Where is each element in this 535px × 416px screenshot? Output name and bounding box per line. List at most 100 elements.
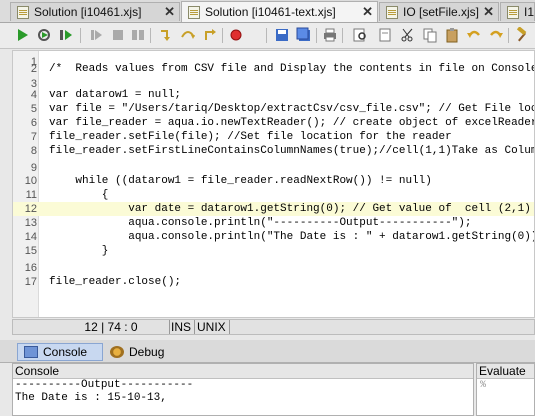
tab-solution-i10461[interactable]: Solution [i10461.xjs] ✕ bbox=[10, 2, 180, 21]
code-text: file_reader.close(); bbox=[49, 276, 182, 288]
save-icon[interactable] bbox=[274, 27, 290, 43]
line-number: 8 bbox=[30, 145, 37, 157]
code-text: while ((datarow1 = file_reader.readNextR… bbox=[49, 175, 432, 187]
stop-all-icon[interactable] bbox=[130, 27, 146, 43]
code-text: { bbox=[49, 189, 109, 201]
debug-gear-icon bbox=[110, 346, 124, 358]
copy-icon[interactable] bbox=[422, 27, 438, 43]
hammer-icon[interactable] bbox=[514, 27, 530, 43]
code-text: /* Reads values from CSV file and Displa… bbox=[49, 63, 535, 75]
tab-label: Console bbox=[43, 345, 88, 359]
script-file-icon bbox=[507, 5, 519, 19]
resume-icon[interactable] bbox=[88, 27, 104, 43]
toolbar bbox=[0, 23, 535, 49]
redo-icon[interactable] bbox=[488, 27, 504, 43]
line-number: 15 bbox=[24, 245, 37, 257]
editor-tab-bar: Solution [i10461.xjs] ✕ Solution [i10461… bbox=[0, 0, 535, 23]
evaluate-prompt[interactable]: % bbox=[477, 379, 534, 392]
code-text: file_reader.setFirstLineContainsColumnNa… bbox=[49, 145, 535, 157]
tab-label: I1 bbox=[524, 5, 535, 19]
toolbar-separator bbox=[266, 28, 267, 43]
cut-icon[interactable] bbox=[400, 27, 416, 43]
line-number: 9 bbox=[30, 162, 37, 174]
code-line: 9 bbox=[13, 161, 534, 175]
tab-debug[interactable]: Debug bbox=[104, 343, 174, 361]
line-number: 4 bbox=[30, 89, 37, 101]
close-icon[interactable]: ✕ bbox=[164, 4, 175, 20]
code-editor[interactable]: 1 2/* Reads values from CSV file and Dis… bbox=[12, 50, 535, 318]
code-line: 11 { bbox=[13, 188, 534, 202]
code-line: 2 /* Reads values from CSV file and Displ… bbox=[13, 62, 535, 76]
insert-mode: INS bbox=[168, 320, 196, 334]
search-icon[interactable] bbox=[352, 27, 368, 43]
code-text: var datarow1 = null; bbox=[49, 89, 182, 101]
console-panel[interactable]: Console ----------Output----------- The … bbox=[12, 363, 474, 416]
line-number: 11 bbox=[25, 189, 37, 201]
code-text: aqua.console.println("The Date is : " + … bbox=[49, 231, 535, 243]
script-file-icon bbox=[386, 5, 398, 19]
code-line: 17 file_reader.close(); bbox=[13, 275, 534, 289]
code-line: 13 aqua.console.println("----------Outpu… bbox=[13, 216, 534, 230]
find-icon[interactable] bbox=[378, 27, 394, 43]
code-line-current: 12 var date = datarow1.getString(0); // … bbox=[13, 202, 534, 216]
breakpoint-icon[interactable] bbox=[228, 27, 244, 43]
code-line: 16 bbox=[13, 261, 534, 275]
save-all-icon[interactable] bbox=[296, 27, 312, 43]
line-number: 14 bbox=[24, 231, 37, 243]
line-number: 7 bbox=[30, 131, 37, 143]
step-out-icon[interactable] bbox=[202, 27, 218, 43]
line-number: 6 bbox=[30, 117, 37, 129]
console-icon bbox=[24, 346, 38, 358]
line-number: 12 bbox=[24, 203, 37, 215]
step-into-icon[interactable] bbox=[158, 27, 174, 43]
code-line: 4 var datarow1 = null; bbox=[13, 88, 534, 102]
toolbar-separator bbox=[150, 28, 151, 43]
run-config-icon[interactable] bbox=[36, 27, 52, 43]
tab-overflow[interactable]: I1 bbox=[500, 2, 535, 21]
editor-status-bar: 12 | 74 : 0 INS UNIX bbox=[12, 319, 535, 335]
code-text: file_reader.setFile(file); //Set file lo… bbox=[49, 131, 452, 143]
line-number: 13 bbox=[24, 217, 37, 229]
code-text: var file = "/Users/tariq/Desktop/extract… bbox=[49, 103, 535, 115]
undo-icon[interactable] bbox=[466, 27, 482, 43]
code-line: 10 while ((datarow1 = file_reader.readNe… bbox=[13, 174, 534, 188]
code-text: aqua.console.println("----------Output--… bbox=[49, 217, 472, 229]
tab-label: IO [setFile.xjs] bbox=[403, 5, 480, 19]
code-line: 15 } bbox=[13, 244, 534, 258]
code-line: 6 var file_reader = aqua.io.newTextReader… bbox=[13, 116, 535, 130]
evaluate-panel[interactable]: Evaluate % bbox=[476, 363, 535, 416]
toolbar-separator bbox=[222, 28, 223, 43]
code-text: var file_reader = aqua.io.newTextReader(… bbox=[49, 117, 535, 129]
console-header: Console bbox=[13, 364, 473, 379]
line-ending: UNIX bbox=[194, 320, 230, 334]
run-icon[interactable] bbox=[14, 27, 30, 43]
toolbar-separator bbox=[80, 28, 81, 43]
line-number: 17 bbox=[24, 276, 37, 288]
tab-io-setfile[interactable]: IO [setFile.xjs] ✕ bbox=[379, 2, 499, 21]
toolbar-separator bbox=[342, 28, 343, 43]
line-number: 10 bbox=[24, 175, 37, 187]
tab-label: Debug bbox=[129, 345, 165, 359]
tab-label: Solution [i10461-text.xjs] bbox=[205, 5, 336, 19]
code-line: 5 var file = "/Users/tariq/Desktop/extrac… bbox=[13, 102, 535, 116]
console-output-line: The Date is : 15-10-13, bbox=[15, 392, 167, 404]
tab-label: Solution [i10461.xjs] bbox=[34, 5, 142, 19]
tab-solution-i10461-text[interactable]: Solution [i10461-text.xjs] ✕ bbox=[181, 1, 378, 22]
tab-console[interactable]: Console bbox=[17, 343, 103, 361]
toolbar-separator bbox=[508, 28, 509, 43]
line-number: 16 bbox=[24, 262, 37, 274]
paste-icon[interactable] bbox=[444, 27, 460, 43]
code-text: var date = datarow1.getString(0); // Get… bbox=[49, 203, 531, 215]
close-icon[interactable]: ✕ bbox=[483, 4, 494, 20]
run-debug-icon[interactable] bbox=[58, 27, 74, 43]
print-icon[interactable] bbox=[322, 27, 338, 43]
bottom-panel-tabs: Console Debug bbox=[0, 340, 535, 363]
close-icon[interactable]: ✕ bbox=[362, 4, 373, 20]
code-line: 7 file_reader.setFile(file); //Set file l… bbox=[13, 130, 534, 144]
line-number: 2 bbox=[30, 63, 37, 75]
step-over-icon[interactable] bbox=[180, 27, 196, 43]
evaluate-header: Evaluate bbox=[477, 364, 534, 379]
line-number: 5 bbox=[30, 103, 37, 115]
stop-icon[interactable] bbox=[110, 27, 126, 43]
code-text: } bbox=[49, 245, 109, 257]
